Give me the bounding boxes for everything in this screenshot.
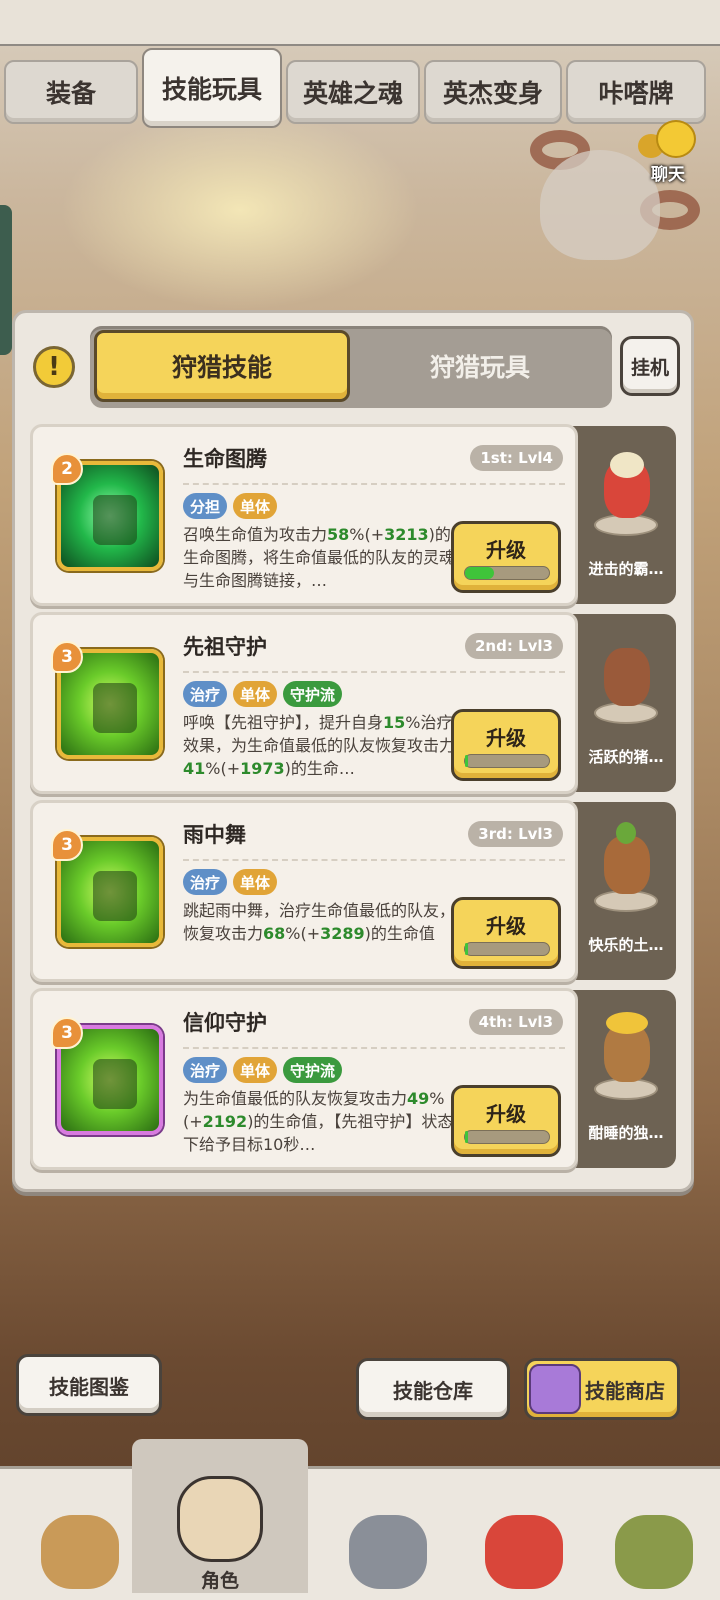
skill-shop-button[interactable]: 技能商店 [524,1358,680,1420]
skill-tag: 治疗 [183,681,228,707]
upgrade-button[interactable]: 升级 [451,897,561,969]
chat-label: 聊天 [651,165,685,185]
tab-kata-cards[interactable]: 咔嗒牌 [566,60,706,124]
skill-rank-level: 2nd: Lvl3 [465,633,563,659]
faith-guard-skill-icon[interactable]: 3 [51,1017,163,1135]
skill-tags: 治疗 单体 守护流 [183,681,343,707]
skill-row: 3 先祖守护 2nd: Lvl3 治疗 单体 守护流 呼唤【先祖守护】，提升自身… [30,612,676,794]
skill-rank-badge: 3 [51,829,83,861]
pet-name: 进击的霸… [588,560,664,578]
skill-row: 3 雨中舞 3rd: Lvl3 治疗 单体 跳起雨中舞，治疗生命值最低的队友，恢… [30,800,676,982]
skill-tags: 治疗 单体 守护流 [183,1057,343,1083]
tab-equipment[interactable]: 装备 [4,60,138,124]
skill-tag: 分担 [183,493,228,519]
info-alert-icon[interactable]: ! [33,346,75,388]
shop-chest-icon [529,1364,581,1414]
skill-shop-label: 技能商店 [585,1378,665,1403]
horned-hut-icon [41,1515,119,1589]
skill-description: 为生命值最低的队友恢复攻击力49%(+2192)的生命值，【先祖守护】状态下给予… [183,1089,454,1154]
skill-tag: 治疗 [183,869,228,895]
segment-hunting-skills[interactable]: 狩猎技能 [94,330,350,402]
skill-name: 雨中舞 [183,823,246,847]
skill-card[interactable]: 3 雨中舞 3rd: Lvl3 治疗 单体 跳起雨中舞，治疗生命值最低的队友，恢… [30,800,578,982]
bear-pet-figure [586,1012,666,1106]
upgrade-progress-bar [464,942,550,956]
nav-item-character[interactable]: 角色 [132,1439,308,1593]
top-tab-bar: 装备 技能玩具 英雄之魂 英杰变身 咔嗒牌 [4,48,720,128]
nav-item-totem[interactable] [584,1479,720,1593]
red-dino-pet-icon [485,1515,563,1589]
upgrade-button[interactable]: 升级 [451,709,561,781]
skill-storage-button[interactable]: 技能仓库 [356,1358,510,1420]
skill-codex-button[interactable]: 技能图鉴 [16,1354,162,1416]
skill-tag: 守护流 [283,1057,343,1083]
skill-tag: 守护流 [283,681,343,707]
dino-pet-figure [586,452,666,542]
skill-tag: 单体 [233,869,278,895]
skill-tag: 单体 [233,493,278,519]
skill-tags: 治疗 单体 [183,869,278,895]
skill-card[interactable]: 2 生命图腾 1st: Lvl4 分担 单体 召唤生命值为攻击力58%(+321… [30,424,578,606]
life-totem-skill-icon[interactable]: 2 [51,453,163,571]
skill-tags: 分担 单体 [183,493,278,519]
boar-pet-figure [586,640,666,730]
upgrade-progress-bar [464,754,550,768]
skill-rank-badge: 3 [51,1017,83,1049]
axe-weapon-icon [349,1515,427,1589]
skill-card[interactable]: 3 先祖守护 2nd: Lvl3 治疗 单体 守护流 呼唤【先祖守护】，提升自身… [30,612,578,794]
character-avatar-icon [177,1476,263,1562]
skill-row: 3 信仰守护 4th: Lvl3 治疗 单体 守护流 为生命值最低的队友恢复攻击… [30,988,676,1170]
mole-pet-figure [586,822,666,918]
skill-name: 信仰守护 [183,1011,267,1035]
pet-name: 酣睡的独… [588,1124,664,1142]
skill-rank-badge: 3 [51,641,83,673]
skill-rank-level: 3rd: Lvl3 [468,821,563,847]
skill-rank-level: 1st: Lvl4 [470,445,563,471]
upgrade-progress-bar [464,566,550,580]
skill-description: 呼唤【先祖守护】，提升自身15%治疗效果，为生命值最低的队友恢复攻击力41%(+… [183,713,455,778]
bottom-navigation: 角色 [0,1439,720,1600]
upgrade-button[interactable]: 升级 [451,521,561,593]
totem-mask-icon [615,1515,693,1589]
nav-item-weapons[interactable] [318,1479,458,1593]
skill-tag: 治疗 [183,1057,228,1083]
pet-name: 活跃的猪… [588,748,664,766]
skill-card[interactable]: 3 信仰守护 4th: Lvl3 治疗 单体 守护流 为生命值最低的队友恢复攻击… [30,988,578,1170]
idle-button[interactable]: 挂机 [620,336,680,396]
ancestor-guard-skill-icon[interactable]: 3 [51,641,163,759]
chat-face-icon [656,120,696,158]
chat-button[interactable]: 聊天 [638,116,698,186]
background-light [60,110,420,310]
nav-character-label: 角色 [200,1570,239,1592]
skill-tag: 单体 [233,1057,278,1083]
tab-hero-soul[interactable]: 英雄之魂 [286,60,420,124]
skill-name: 生命图腾 [183,447,267,471]
nav-item-tribe[interactable] [10,1479,150,1593]
skill-description: 跳起雨中舞，治疗生命值最低的队友，恢复攻击力68%(+3289)的生命值 [183,901,455,943]
skill-row: 2 生命图腾 1st: Lvl4 分担 单体 召唤生命值为攻击力58%(+321… [30,424,676,606]
nav-item-pets[interactable] [454,1479,594,1593]
tab-hero-transform[interactable]: 英杰变身 [424,60,562,124]
upgrade-progress-bar [464,1130,550,1144]
upgrade-button[interactable]: 升级 [451,1085,561,1157]
rain-dance-skill-icon[interactable]: 3 [51,829,163,947]
side-drawer-handle[interactable] [0,205,12,355]
skill-rank-badge: 2 [51,453,83,485]
tab-skill-toys[interactable]: 技能玩具 [142,48,282,128]
segment-hunting-toys[interactable]: 狩猎玩具 [352,330,608,402]
skill-tag: 单体 [233,681,278,707]
skill-description: 召唤生命值为攻击力58%(+3213)的生命图腾，将生命值最低的队友的灵魂与生命… [183,525,455,590]
hunting-segment-control: 狩猎技能 狩猎玩具 [90,326,612,408]
skill-rank-level: 4th: Lvl3 [468,1009,563,1035]
top-frame [0,0,720,46]
pet-name: 快乐的土… [588,936,664,954]
skill-name: 先祖守护 [183,635,267,659]
